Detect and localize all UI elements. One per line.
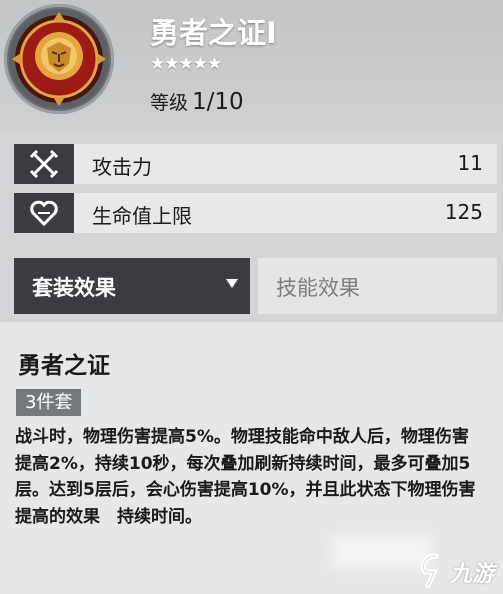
level-value: 1/10	[192, 89, 244, 115]
stat-name: 生命值上限	[92, 204, 192, 228]
rarity-stars: ★★★★★	[150, 54, 222, 74]
caret-down-icon	[226, 279, 238, 288]
watermark-text: 九游	[450, 562, 495, 587]
stat-row-attack: 攻击力 11	[14, 144, 497, 184]
crossed-swords-icon	[29, 149, 59, 179]
tab-set-effect[interactable]: 套装效果	[14, 258, 250, 314]
stat-value: 11	[457, 151, 483, 175]
tab-skill-effect-label: 技能效果	[276, 276, 360, 300]
stat-value: 125	[444, 200, 483, 224]
item-emblem	[4, 4, 114, 114]
item-level: 等级 1/10	[150, 88, 244, 115]
jiuyou-logo-icon	[420, 553, 439, 589]
heart-icon	[30, 200, 58, 227]
set-piece-badge: 3件套	[16, 389, 82, 416]
tab-skill-effect[interactable]: 技能效果	[258, 258, 497, 314]
stat-icon-box	[14, 144, 74, 184]
level-label: 等级	[150, 92, 189, 114]
set-name: 勇者之证	[18, 353, 110, 379]
watermark: 九游	[414, 552, 500, 590]
lion-crest-icon	[9, 9, 109, 109]
tab-set-effect-label: 套装效果	[32, 276, 116, 300]
set-effect-text: 战斗时，物理伤害提高5%。物理技能命中敌人后，物理伤害提高2%，持续10秒，每次…	[15, 427, 476, 527]
stat-row-hp: 生命值上限 125	[14, 193, 497, 233]
stat-name: 攻击力	[92, 155, 152, 179]
stat-icon-box	[14, 193, 74, 233]
item-title: 勇者之证I	[150, 16, 277, 50]
